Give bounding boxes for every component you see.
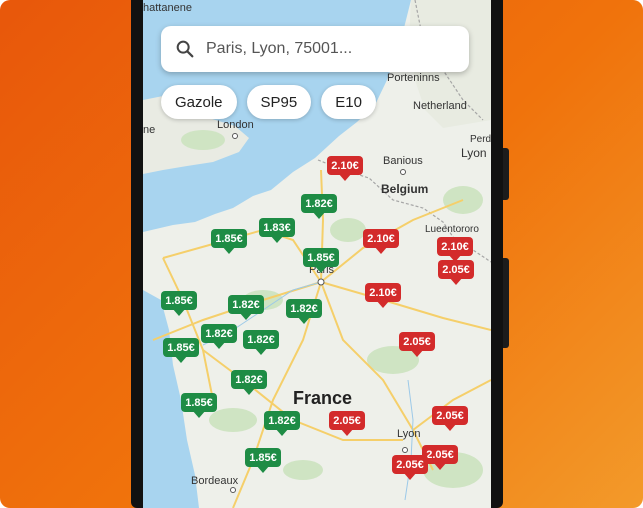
price-marker[interactable]: 1.82€: [231, 370, 267, 395]
price-marker[interactable]: 2.10€: [365, 283, 401, 308]
phone-volume-button: [503, 258, 509, 348]
price-marker[interactable]: 1.85€: [211, 229, 247, 254]
price-marker[interactable]: 1.82€: [201, 324, 237, 349]
map-label-netherland: Netherland: [413, 100, 467, 112]
app-screen: hattanene Porteninns Netherland London n…: [143, 0, 491, 508]
price-marker[interactable]: 2.10€: [437, 237, 473, 262]
map-label-lueentororo: Lueentororo: [425, 224, 479, 235]
map-label-banious: Banious: [383, 155, 423, 167]
price-marker[interactable]: 1.82€: [264, 411, 300, 436]
price-marker[interactable]: 2.10€: [327, 156, 363, 181]
map-label-perd: Perd: [470, 134, 491, 145]
price-marker[interactable]: 2.05€: [438, 260, 474, 285]
map-label-porteninns: Porteninns: [387, 72, 440, 84]
price-marker[interactable]: 2.05€: [399, 332, 435, 357]
map-label-lyon: Lyon: [397, 428, 421, 440]
map-label-france: France: [293, 388, 353, 408]
price-marker[interactable]: 1.85€: [161, 291, 197, 316]
price-marker[interactable]: 2.05€: [432, 406, 468, 431]
price-marker[interactable]: 1.85€: [163, 338, 199, 363]
price-marker[interactable]: 2.05€: [329, 411, 365, 436]
fuel-filter-chips: Gazole SP95 E10: [161, 85, 376, 119]
map-label-hattanene: hattanene: [143, 2, 192, 14]
phone-side-button: [503, 148, 509, 200]
map-label-london: London: [217, 119, 254, 131]
search-icon: [176, 40, 194, 58]
price-marker[interactable]: 1.82€: [228, 295, 264, 320]
promo-canvas: hattanene Porteninns Netherland London n…: [0, 0, 643, 508]
chip-gazole[interactable]: Gazole: [161, 85, 237, 119]
price-marker[interactable]: 1.83€: [259, 218, 295, 243]
map-label-belgium: Belgium: [381, 182, 429, 196]
search-bar[interactable]: Paris, Lyon, 75001...: [161, 26, 469, 72]
price-marker[interactable]: 2.10€: [363, 229, 399, 254]
price-marker[interactable]: 1.82€: [301, 194, 337, 219]
chip-e10[interactable]: E10: [321, 85, 376, 119]
phone-frame: hattanene Porteninns Netherland London n…: [131, 0, 509, 508]
price-marker[interactable]: 1.82€: [243, 330, 279, 355]
price-marker[interactable]: 1.85€: [181, 393, 217, 418]
map-label-bordeaux: Bordeaux: [191, 475, 239, 487]
price-marker[interactable]: 1.82€: [286, 299, 322, 324]
price-marker[interactable]: 1.85€: [303, 248, 339, 273]
map-label-ne: ne: [143, 124, 156, 136]
price-marker[interactable]: 2.05€: [392, 455, 428, 480]
chip-sp95[interactable]: SP95: [246, 85, 312, 119]
search-placeholder[interactable]: Paris, Lyon, 75001...: [206, 40, 352, 58]
price-marker[interactable]: 1.85€: [245, 448, 281, 473]
map-label-lyon-north: Lyon: [461, 146, 487, 160]
